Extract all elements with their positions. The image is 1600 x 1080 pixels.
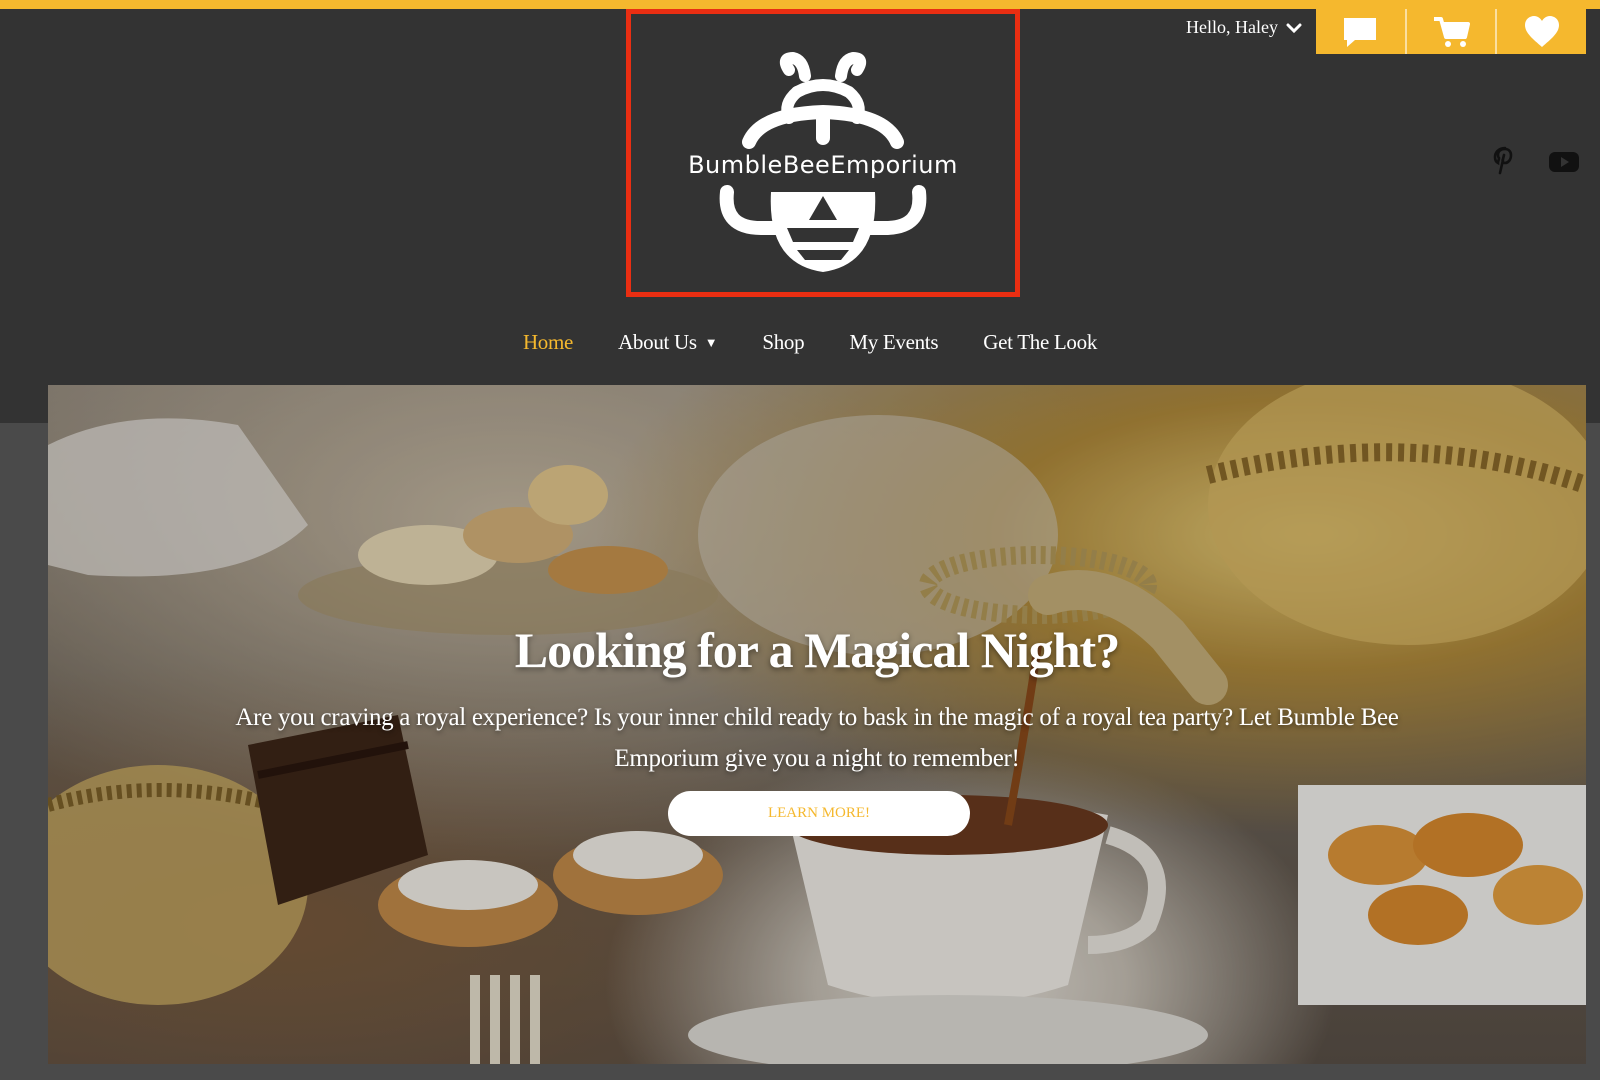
nav-item-label: Get The Look	[983, 330, 1098, 354]
hero-description: Are you craving a royal experience? Is y…	[235, 704, 1399, 772]
learn-more-button[interactable]: LEARN MORE!	[668, 791, 970, 836]
logo-wordmark: BumbleBeeEmporium	[688, 151, 958, 179]
nav-item-about-us[interactable]: About Us ▼	[618, 330, 718, 355]
cart-button[interactable]	[1407, 9, 1498, 54]
nav-item-my-events[interactable]: My Events	[849, 330, 938, 355]
nav-item-label: My Events	[849, 330, 939, 354]
nav-item-get-the-look[interactable]: Get The Look	[983, 330, 1097, 355]
pinterest-link[interactable]	[1493, 146, 1517, 176]
youtube-link[interactable]	[1548, 150, 1580, 174]
user-greeting-menu[interactable]: Hello, Haley	[1186, 17, 1302, 38]
header-action-bar	[1316, 9, 1586, 54]
greeting-label: Hello, Haley	[1186, 17, 1278, 37]
nav-item-label: About Us	[618, 330, 697, 354]
nav-item-label: Shop	[762, 330, 805, 354]
logo-highlight-box[interactable]: BumbleBeeEmporium	[626, 9, 1020, 297]
pinterest-icon	[1493, 146, 1513, 175]
chat-icon	[1344, 17, 1377, 47]
favorites-button[interactable]	[1497, 9, 1586, 54]
youtube-icon	[1549, 152, 1579, 172]
messages-button[interactable]	[1316, 9, 1407, 54]
top-accent-stripe	[0, 0, 1600, 9]
chevron-down-icon	[1286, 23, 1302, 33]
cart-icon	[1434, 16, 1470, 47]
nav-item-home[interactable]: Home	[523, 330, 573, 355]
main-navigation: Home About Us ▼ Shop My Events Get The L…	[0, 330, 1600, 355]
hero-banner: Looking for a Magical Night? Are you cra…	[48, 385, 1586, 1064]
nav-item-shop[interactable]: Shop	[762, 330, 804, 355]
heart-icon	[1524, 15, 1559, 47]
caret-down-icon: ▼	[704, 334, 718, 350]
hero-title: Looking for a Magical Night?	[514, 622, 1120, 678]
nav-item-label: Home	[522, 330, 574, 354]
